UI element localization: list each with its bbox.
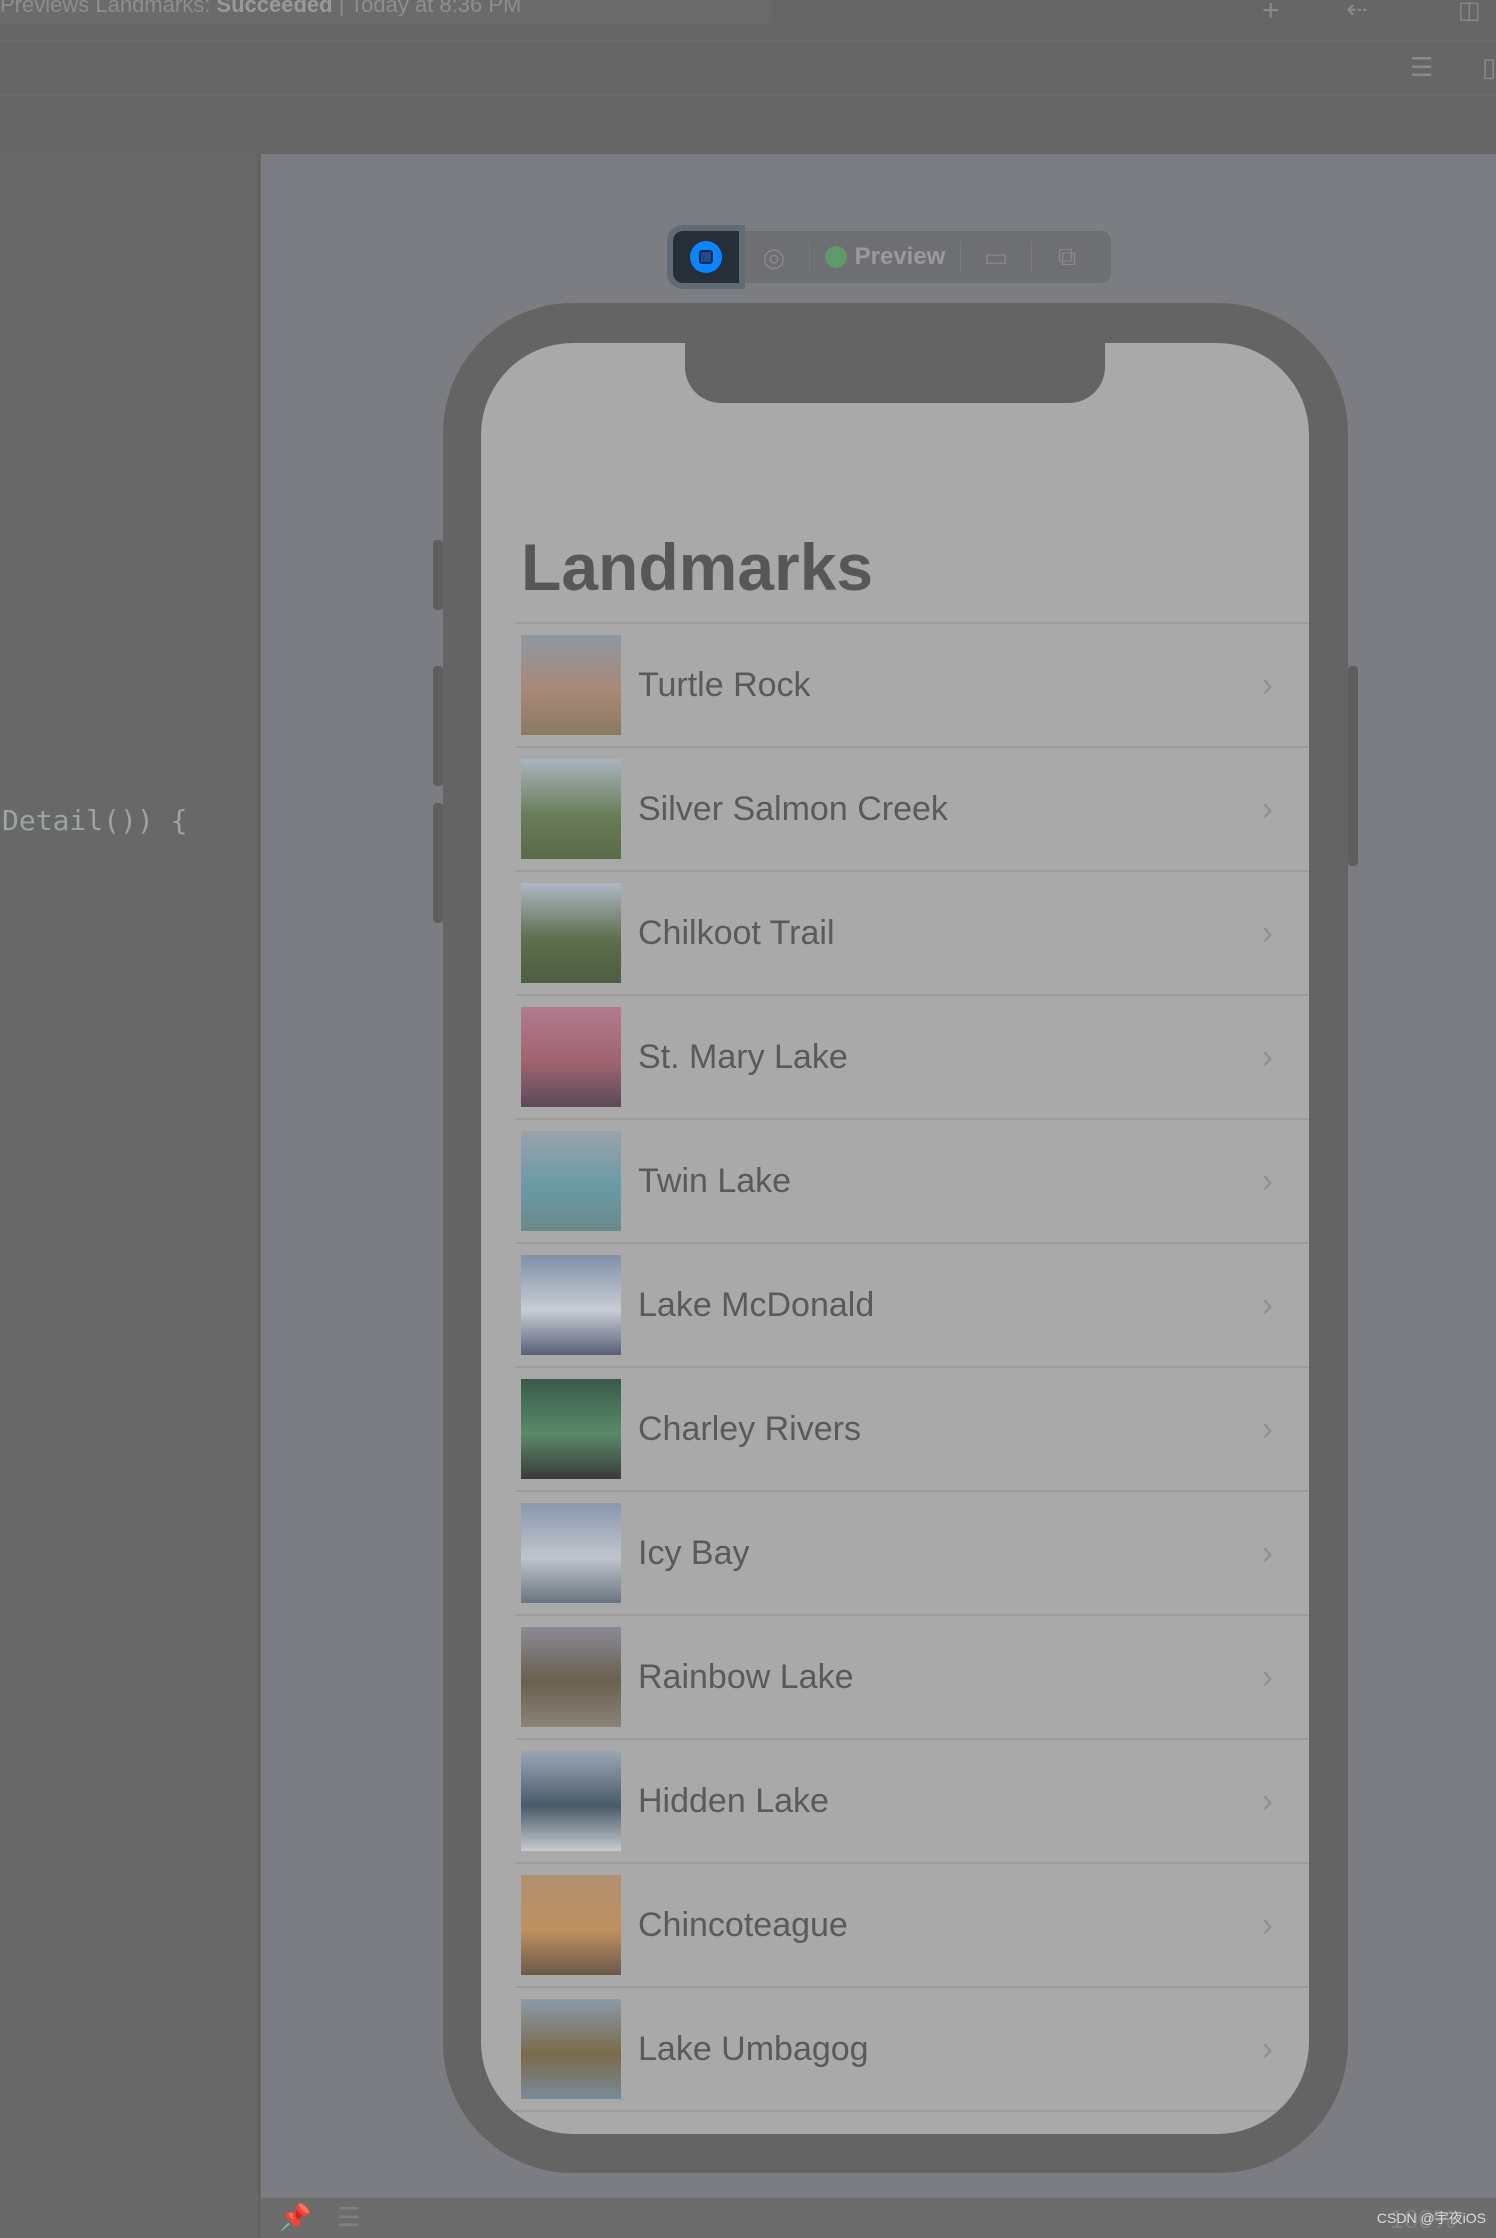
chevron-right-icon: › [1261,1285,1273,1324]
landmark-row[interactable]: Icy Bay › [515,1492,1309,1616]
landmark-row[interactable]: Hidden Lake › [515,1740,1309,1864]
status-time: | Today at 8:36 PM [332,0,522,17]
landmark-row[interactable]: Silver Salmon Creek › [515,748,1309,872]
landmark-thumbnail [521,1503,621,1603]
duplicate-preview-button[interactable]: ⧉ [1032,231,1102,283]
iphone-frame: Landmarks Turtle Rock › Silver Salmon Cree… [433,303,1358,2173]
chevron-right-icon: › [1261,1037,1273,1076]
editor-tab-bar: ☰ ▯ [0,40,1496,96]
monitor-icon: ▭ [983,241,1009,272]
inspect-preview-button[interactable]: ◎ [739,231,809,283]
landmark-row[interactable]: Rainbow Lake › [515,1616,1309,1740]
landmark-name: Hidden Lake [638,1781,829,1820]
landmark-row[interactable]: Turtle Rock › [515,624,1309,748]
landmark-thumbnail [521,883,621,983]
back-forward-icon[interactable]: ⇠ [1346,0,1368,25]
notch [685,343,1105,403]
landmark-name: Chincoteague [638,1905,848,1944]
jump-bar [0,96,1496,154]
chevron-right-icon: › [1261,789,1273,828]
landmark-thumbnail [521,1007,621,1107]
landmark-thumbnail [521,1751,621,1851]
preview-toolbar: ◎ Preview ▭ ⧉ [673,231,1111,283]
landmark-thumbnail [521,1255,621,1355]
landmark-name: Lake Umbagog [638,2029,869,2068]
canvas-bottom-bar: 📌 ☰ 100% CSDN @宇夜iOS [261,2198,1496,2238]
landmark-row[interactable]: Chilkoot Trail › [515,872,1309,996]
status-prefix: Previews Landmarks: [0,0,217,17]
landmark-name: St. Mary Lake [638,1037,848,1076]
landmark-name: Rainbow Lake [638,1657,854,1696]
landmark-row[interactable]: Twin Lake › [515,1120,1309,1244]
chevron-right-icon: › [1261,913,1273,952]
landmark-row[interactable]: St. Mary Lake › [515,996,1309,1120]
landmark-name: Turtle Rock [638,665,811,704]
landmark-row[interactable]: Charley Rivers › [515,1368,1309,1492]
chevron-right-icon: › [1261,1161,1273,1200]
preview-label: Preview [854,243,946,270]
landmark-thumbnail [521,635,621,735]
landmark-name: Icy Bay [638,1533,750,1572]
landmark-name: Twin Lake [638,1161,792,1200]
window-toolbar: Previews Landmarks: Succeeded | Today at… [0,0,1496,40]
landmark-row[interactable]: Chincoteague › [515,1864,1309,1988]
landmark-list[interactable]: Turtle Rock › Silver Salmon Creek › Chilkoot… [515,622,1309,2112]
chevron-right-icon: › [1261,665,1273,704]
watermark: CSDN @宇夜iOS [1376,2210,1486,2226]
landmark-name: Silver Salmon Creek [638,789,948,828]
landmark-row[interactable]: Lake Umbagog › [515,1988,1309,2112]
status-dot-icon [824,246,847,268]
duplicate-icon: ⧉ [1057,241,1077,271]
device-run-button[interactable]: ▭ [961,231,1031,283]
preview-status[interactable]: Preview [810,231,960,283]
landmark-thumbnail [521,1131,621,1231]
chevron-right-icon: › [1261,1781,1273,1820]
chevron-right-icon: › [1261,1533,1273,1572]
variants-icon[interactable]: ☰ [337,2202,360,2233]
device-icon: ◎ [762,241,786,272]
device-screen: Landmarks Turtle Rock › Silver Salmon Cree… [481,343,1309,2134]
landmark-thumbnail [521,759,621,859]
chevron-right-icon: › [1261,1657,1273,1696]
pin-icon[interactable]: 📌 [279,2202,311,2233]
editor-options-icon[interactable]: ☰ [1410,52,1433,83]
live-preview-button[interactable] [673,231,739,283]
status-result: Succeeded [216,0,333,17]
landmark-name: Lake McDonald [638,1285,875,1324]
inspector-icon[interactable]: ◫ [1458,0,1481,25]
split-editor-icon[interactable]: ▯ [1482,52,1496,83]
chevron-right-icon: › [1261,1905,1273,1944]
chevron-right-icon: › [1261,1409,1273,1448]
code-line: Detail()) { [2,804,188,837]
landmark-thumbnail [521,1379,621,1479]
code-editor[interactable]: Detail()) { [0,154,260,2238]
landmark-name: Charley Rivers [638,1409,861,1448]
nav-title: Landmarks [521,530,874,604]
landmark-thumbnail [521,1627,621,1727]
live-icon [690,241,722,273]
chevron-right-icon: › [1261,2029,1273,2068]
landmark-thumbnail [521,1999,621,2099]
landmark-name: Chilkoot Trail [638,913,835,952]
add-icon[interactable]: + [1262,0,1280,28]
landmark-row[interactable]: Lake McDonald › [515,1244,1309,1368]
build-status: Previews Landmarks: Succeeded | Today at… [0,0,772,24]
landmark-thumbnail [521,1875,621,1975]
